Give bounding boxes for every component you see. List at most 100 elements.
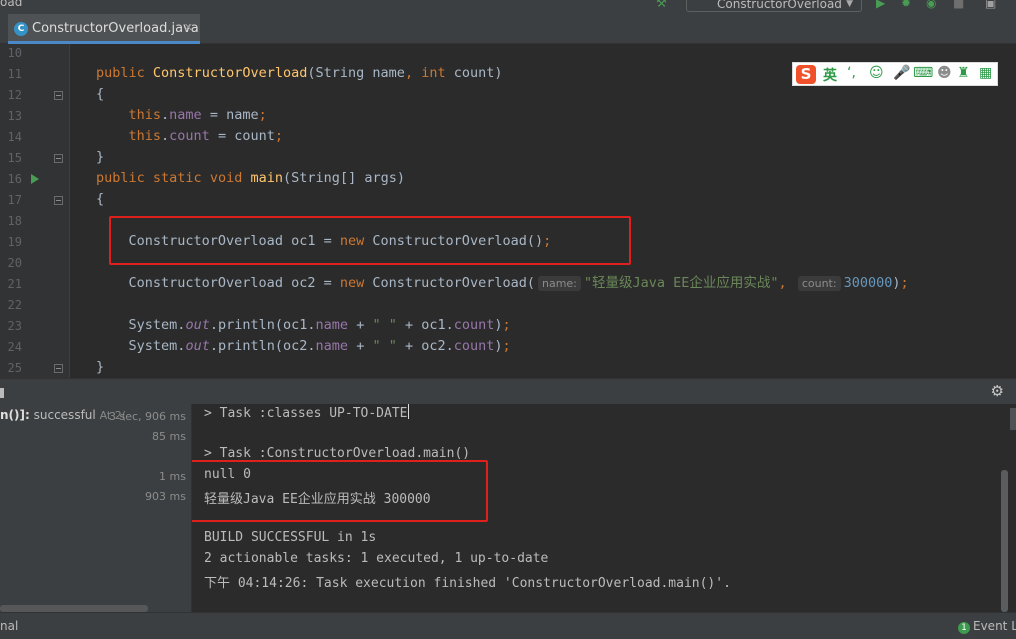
tree-duration: 903 ms — [145, 490, 186, 503]
line-number: 11 — [7, 67, 22, 81]
console-line: > Task :classes UP-TO-DATE — [204, 404, 409, 421]
line-number: 18 — [7, 214, 22, 228]
code-line-24: System.out.println(oc2.name + " " + oc2.… — [128, 338, 511, 354]
param-ref: count — [234, 128, 275, 144]
field-ref: name — [169, 107, 202, 123]
close-icon[interactable]: ✕ — [184, 21, 193, 34]
run-tool-window-header: ⚙ — [0, 378, 1016, 404]
method-call: println — [217, 338, 275, 354]
run-configuration-label: ConstructorOverload — [717, 0, 842, 11]
highlight-box-output — [192, 460, 488, 522]
java-class-icon: C — [14, 22, 28, 36]
skin-icon[interactable]: ♜ — [957, 65, 970, 81]
run-configuration-select[interactable]: ConstructorOverload ▼ — [686, 0, 862, 12]
field-ref: count — [453, 338, 495, 354]
code-line-16: public static void main(String[] args) — [96, 170, 405, 186]
method-call: println — [217, 317, 275, 333]
keyword: void — [209, 170, 243, 186]
tab-label: ConstructorOverload.java — [32, 21, 199, 36]
type-name: ConstructorOverload — [128, 275, 283, 291]
fold-marker[interactable] — [54, 196, 63, 205]
keyword: this — [128, 128, 162, 144]
vertical-scrollbar[interactable] — [1001, 470, 1008, 612]
keyword: new — [339, 275, 365, 291]
highlight-box-constructor-call — [109, 216, 631, 265]
ime-mode-toggle[interactable]: 英 — [823, 65, 837, 85]
type-name: ConstructorOverload — [372, 275, 527, 291]
var-ref: oc1 — [283, 317, 308, 333]
breadcrumb[interactable]: oad — [0, 0, 22, 9]
emoji-icon[interactable]: ☺ — [869, 65, 884, 81]
tab-constructor-overload[interactable]: C ConstructorOverload.java ✕ — [8, 14, 200, 44]
terminal-tab[interactable]: nal — [0, 619, 18, 633]
chevron-down-icon: ▼ — [846, 0, 853, 9]
string-literal: " " — [372, 317, 397, 333]
static-field: out — [185, 317, 210, 333]
line-number: 15 — [7, 151, 22, 165]
code-line-15: } — [96, 149, 105, 165]
constructor-name: ConstructorOverload — [152, 65, 308, 81]
tool-window-tab-marker[interactable] — [0, 388, 4, 398]
line-number: 17 — [7, 193, 22, 207]
fold-marker[interactable] — [54, 154, 63, 163]
coverage-icon[interactable]: ◉ — [926, 0, 936, 10]
code-line-25: } — [96, 359, 105, 375]
field-ref: count — [169, 128, 210, 144]
param-name: name — [372, 65, 405, 81]
main-toolbar: oad ⚒ ConstructorOverload ▼ ▶ ✹ ◉ ■ ▣ — [0, 0, 1016, 14]
hammer-icon[interactable]: ⚒ — [656, 0, 667, 10]
event-log-label: Event Lo — [973, 619, 1016, 633]
run-results-tree[interactable]: n()]: successful At 2( 3 sec, 906 ms 85 … — [0, 404, 191, 612]
stop-icon[interactable]: ■ — [953, 0, 964, 10]
punctuation-icon[interactable]: ‘, — [847, 65, 856, 81]
fold-marker[interactable] — [54, 91, 63, 100]
field-ref: count — [453, 317, 495, 333]
var-oc2: oc2 — [291, 275, 316, 291]
code-line-23: System.out.println(oc1.name + " " + oc1.… — [128, 317, 511, 333]
code-editor[interactable]: 10 11 12 13 14 15 16 17 18 19 20 21 22 2… — [0, 44, 1016, 378]
code-line-12: { — [96, 86, 105, 102]
run-icon[interactable]: ▶ — [876, 0, 885, 10]
param-ref: name — [226, 107, 259, 123]
line-number: 23 — [7, 319, 22, 333]
user-icon[interactable]: ☻ — [937, 65, 952, 81]
tree-item-status: successful — [33, 408, 96, 422]
tree-item-run[interactable]: n()]: successful At 2( — [0, 408, 126, 422]
type-name: System — [128, 338, 178, 354]
ime-toolbar[interactable]: S 英 ‘, ☺ 🎤 ⌨ ☻ ♜ ▦ — [792, 62, 998, 86]
keyboard-icon[interactable]: ⌨ — [913, 65, 933, 81]
var-ref: oc2 — [283, 338, 308, 354]
field-ref: name — [315, 317, 349, 333]
microphone-icon[interactable]: 🎤 — [893, 65, 910, 81]
console-line: > Task :ConstructorOverload.main() — [204, 446, 471, 461]
scrollbar-thumb[interactable] — [1010, 408, 1016, 430]
string-literal: "轻量级Java EE企业应用实战" — [583, 275, 779, 291]
project-structure-icon[interactable]: ▣ — [985, 0, 996, 10]
fold-marker[interactable] — [54, 364, 63, 373]
event-log-button[interactable]: 1Event Lo — [958, 619, 1016, 634]
line-number: 13 — [7, 109, 22, 123]
code-line-14: this.count = count; — [128, 128, 283, 144]
horizontal-scrollbar[interactable] — [0, 605, 148, 612]
editor-tab-bar: C ConstructorOverload.java ✕ — [0, 14, 1016, 44]
debug-icon[interactable]: ✹ — [901, 0, 911, 10]
code-line-17: { — [96, 191, 105, 207]
line-number: 12 — [7, 88, 22, 102]
event-count-badge: 1 — [958, 622, 970, 634]
run-console[interactable]: > Task :classes UP-TO-DATE > Task :Const… — [191, 404, 1016, 612]
gear-icon[interactable]: ⚙ — [991, 382, 1004, 400]
text-cursor — [407, 404, 409, 419]
line-number: 25 — [7, 361, 22, 375]
type-name: String — [291, 170, 340, 186]
tree-duration: 1 ms — [159, 470, 186, 483]
var-ref: oc1 — [421, 317, 446, 333]
console-line: BUILD SUCCESSFUL in 1s — [204, 530, 377, 545]
run-gutter-icon[interactable] — [31, 174, 39, 184]
console-line: 2 actionable tasks: 1 executed, 1 up-to-… — [204, 551, 549, 566]
grid-icon[interactable]: ▦ — [979, 65, 992, 81]
sogou-logo-icon[interactable]: S — [796, 65, 816, 84]
line-number: 10 — [7, 46, 22, 60]
line-number: 19 — [7, 235, 22, 249]
number-literal: 300000 — [843, 275, 893, 291]
parameter-hint-name: name: — [537, 276, 581, 291]
